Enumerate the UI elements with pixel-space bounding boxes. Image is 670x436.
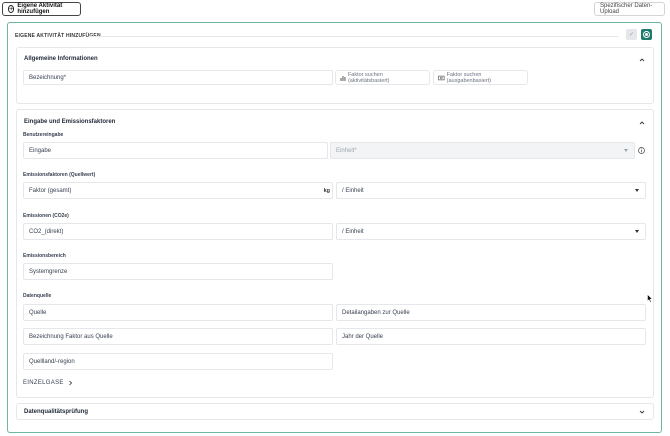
name-field[interactable]: Bezeichnung* [23,70,333,85]
co2-direct-placeholder: CO2_(direkt) [29,228,64,235]
input-emission-factors-title: Eingabe und Emissionsfaktoren [24,119,116,125]
dropdown-caret-icon [635,189,639,192]
data-quality-title: Datenqualitätsprüfung [24,409,88,415]
source-placeholder: Quelle [29,309,47,316]
panel-divider [90,36,618,37]
plus-circle-icon: + [8,5,15,13]
info-icon[interactable] [638,147,645,154]
money-icon [438,75,445,80]
save-icon [643,31,650,38]
data-quality-check-section[interactable]: Datenqualitätsprüfung [16,403,654,420]
input-field[interactable]: Eingabe [23,142,328,159]
source-details-placeholder: Detailangaben zur Quelle [342,309,410,316]
dropdown-caret-icon [635,230,639,233]
source-country-placeholder: Quellland/-region [29,358,75,365]
general-info-title: Allgemeine Informationen [24,56,98,62]
mouse-cursor-icon [647,294,653,303]
search-expense-factor-button[interactable]: Faktor suchen (ausgabenbasiert) [433,70,528,85]
search-activity-factor-label: Faktor suchen (aktivitätsbasiert) [347,71,390,84]
source-year-placeholder: Jahr der Quelle [342,333,384,340]
dropdown-caret-icon [624,149,628,152]
factor-total-placeholder: Faktor (gesamt) [29,187,72,194]
chevron-up-icon[interactable] [639,57,645,63]
check-icon: ✓ [628,32,635,38]
factor-per-unit-select[interactable]: / Einheit [336,182,646,199]
emission-factors-label: Emissionsfaktoren (Quellwert) [23,172,96,178]
specific-data-upload-button[interactable]: Spezifischer Daten-Upload [594,2,665,16]
add-own-activity-button[interactable]: + Eigene Aktivität hinzufügen [2,2,81,16]
co2-per-unit-select[interactable]: / Einheit [336,223,646,240]
source-field[interactable]: Quelle [23,304,333,321]
unit-select[interactable]: Einheit* [330,142,635,159]
data-source-label: Datenquelle [23,293,52,299]
panel-title: EIGENE AKTIVITÄT HINZUFÜGEN [15,33,101,39]
system-boundary-field[interactable]: Systemgrenze [23,263,333,280]
factor-total-field[interactable]: Faktor (gesamt) kg [23,182,333,199]
co2-per-unit-label: / Einheit [342,228,364,235]
single-gases-label: EINZELGASE [23,380,64,386]
search-activity-factor-button[interactable]: Faktor suchen (aktivitätsbasiert) [335,70,430,85]
emission-scope-label: Emissionsbereich [23,253,66,259]
bar-chart-icon [340,75,346,81]
factor-name-placeholder: Bezeichnung Faktor aus Quelle [29,333,113,340]
input-placeholder: Eingabe [29,147,52,154]
source-details-field[interactable]: Detailangaben zur Quelle [336,304,646,321]
chevron-right-icon [68,380,72,386]
system-boundary-placeholder: Systemgrenze [29,268,68,275]
search-expense-factor-label: Faktor suchen (ausgabenbasiert) [446,71,491,84]
single-gases-toggle[interactable]: EINZELGASE [23,380,73,386]
unit-placeholder: Einheit* [336,147,357,154]
chevron-up-icon[interactable] [639,120,645,126]
co2e-emissions-label: Emissionen (CO2e) [23,213,69,219]
name-placeholder: Bezeichnung* [29,74,67,81]
confirm-button[interactable]: ✓ [626,29,637,40]
user-input-label: Benutzereingabe [23,132,64,138]
specific-data-upload-label: Spezifischer Daten-Upload [600,3,653,15]
save-button[interactable] [641,29,652,40]
chevron-down-icon[interactable] [639,409,645,415]
source-country-field[interactable]: Quellland/-region [23,353,333,370]
source-year-field[interactable]: Jahr der Quelle [336,328,646,345]
factor-unit-label: kg [323,187,330,194]
add-own-activity-label: Eigene Aktivität hinzufügen [17,3,63,15]
factor-name-field[interactable]: Bezeichnung Faktor aus Quelle [23,328,333,345]
co2-direct-field[interactable]: CO2_(direkt) [23,223,333,240]
factor-per-unit-label: / Einheit [342,187,364,194]
